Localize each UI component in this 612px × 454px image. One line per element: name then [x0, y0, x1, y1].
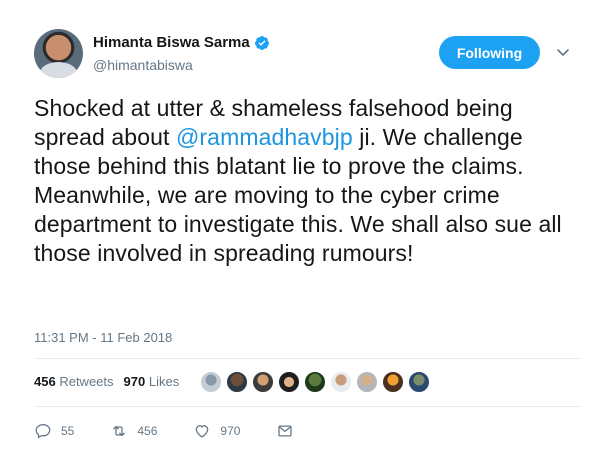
liker-avatar[interactable]: [252, 371, 274, 393]
reply-button[interactable]: 55: [34, 422, 74, 440]
likes-label: Likes: [148, 374, 180, 389]
retweet-icon: [113, 425, 126, 437]
liker-avatar[interactable]: [278, 371, 300, 393]
liker-avatar[interactable]: [200, 371, 222, 393]
engagement-stats: 456 Retweets 970 Likes: [34, 374, 179, 389]
message-icon: [278, 425, 293, 437]
author-handle[interactable]: @himantabiswa: [93, 57, 193, 73]
liker-avatar[interactable]: [356, 371, 378, 393]
reply-count: 55: [61, 424, 75, 438]
retweets-stat[interactable]: 456 Retweets: [34, 374, 114, 389]
retweet-count: 456: [137, 424, 158, 438]
liker-avatar[interactable]: [330, 371, 352, 393]
like-button[interactable]: 970: [193, 422, 240, 440]
liker-avatar[interactable]: [382, 371, 404, 393]
likes-stat[interactable]: 970 Likes: [124, 374, 180, 389]
like-count: 970: [220, 424, 241, 438]
tweet-card: Himanta Biswa Sarma @himantabiswa Follow…: [0, 0, 612, 454]
author-name-row[interactable]: Himanta Biswa Sarma: [93, 34, 270, 51]
like-icon: [196, 425, 209, 438]
direct-message-button[interactable]: [276, 422, 294, 440]
tweet-text: Shocked at utter & shameless falsehood b…: [34, 94, 584, 268]
retweet-button[interactable]: 456: [110, 422, 157, 440]
timestamp[interactable]: 11:31 PM - 11 Feb 2018: [34, 330, 172, 345]
liker-avatars: [200, 371, 434, 393]
divider: [34, 358, 582, 359]
verified-icon: [254, 35, 269, 50]
liker-avatar[interactable]: [408, 371, 430, 393]
avatar-shirt: [40, 62, 77, 78]
liker-avatar[interactable]: [304, 371, 326, 393]
author-name[interactable]: Himanta Biswa Sarma: [93, 34, 250, 51]
reply-icon: [35, 423, 51, 439]
action-bar: 55 456 970: [34, 422, 330, 440]
mention-link[interactable]: @rammadhavbjp: [176, 124, 353, 150]
following-button[interactable]: Following: [439, 36, 540, 69]
retweets-label: Retweets: [59, 374, 114, 389]
likes-count: 970: [123, 374, 146, 389]
liker-avatar[interactable]: [226, 371, 248, 393]
divider: [34, 406, 582, 407]
avatar[interactable]: [34, 29, 83, 78]
chevron-down-icon[interactable]: [555, 44, 571, 60]
retweets-count: 456: [34, 374, 56, 389]
